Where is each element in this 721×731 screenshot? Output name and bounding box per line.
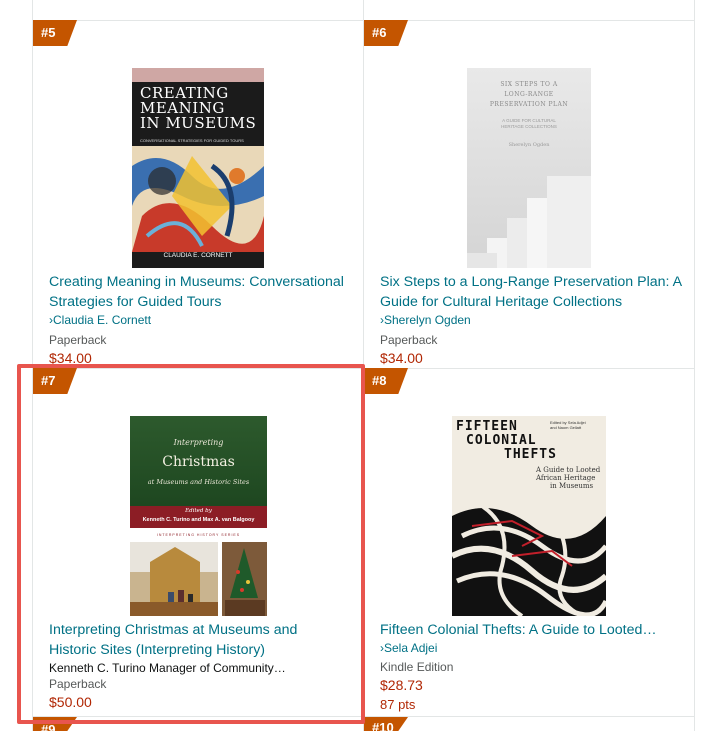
format-label: Paperback	[49, 333, 107, 347]
price[interactable]: $28.73	[380, 677, 423, 693]
product-title-link[interactable]: Creating Meaning in Museums: Conversatio…	[49, 272, 359, 312]
rank-badge: #8	[364, 368, 408, 394]
reward-points: 87 pts	[380, 697, 416, 712]
product-card[interactable]: #6 SIX STEPS TO A LONG-RANGE PRESERVATIO…	[364, 20, 694, 368]
rank-badge: #10	[364, 717, 408, 731]
product-title-link[interactable]: Six Steps to a Long-Range Preservation P…	[380, 272, 690, 312]
selection-highlight	[17, 364, 365, 724]
format-label: Paperback	[380, 333, 438, 347]
book-cover[interactable]: SIX STEPS TO A LONG-RANGE PRESERVATION P…	[467, 68, 591, 268]
format-label: Kindle Edition	[380, 660, 454, 674]
rank-badge: #5	[33, 20, 77, 46]
product-card[interactable]: #5 CREATING MEANING IN MUSEUMS CONVERSAT…	[33, 20, 363, 368]
author-link[interactable]: ›Claudia E. Cornett	[49, 313, 151, 327]
product-card[interactable]: #8 FIFTEEN COLONIAL THEFTS Edited by Sel…	[364, 368, 694, 716]
author-link[interactable]: ›Sherelyn Ogden	[380, 313, 471, 327]
rank-badge: #6	[364, 20, 408, 46]
book-cover[interactable]: CREATING MEANING IN MUSEUMS CONVERSATION…	[132, 68, 264, 268]
book-cover[interactable]: FIFTEEN COLONIAL THEFTS Edited by Sela A…	[452, 416, 606, 616]
product-title-link[interactable]: Fifteen Colonial Thefts: A Guide to Loot…	[380, 620, 690, 640]
grid-line	[694, 0, 695, 731]
price[interactable]: $34.00	[380, 350, 423, 366]
author-link[interactable]: ›Sela Adjei	[380, 641, 437, 655]
